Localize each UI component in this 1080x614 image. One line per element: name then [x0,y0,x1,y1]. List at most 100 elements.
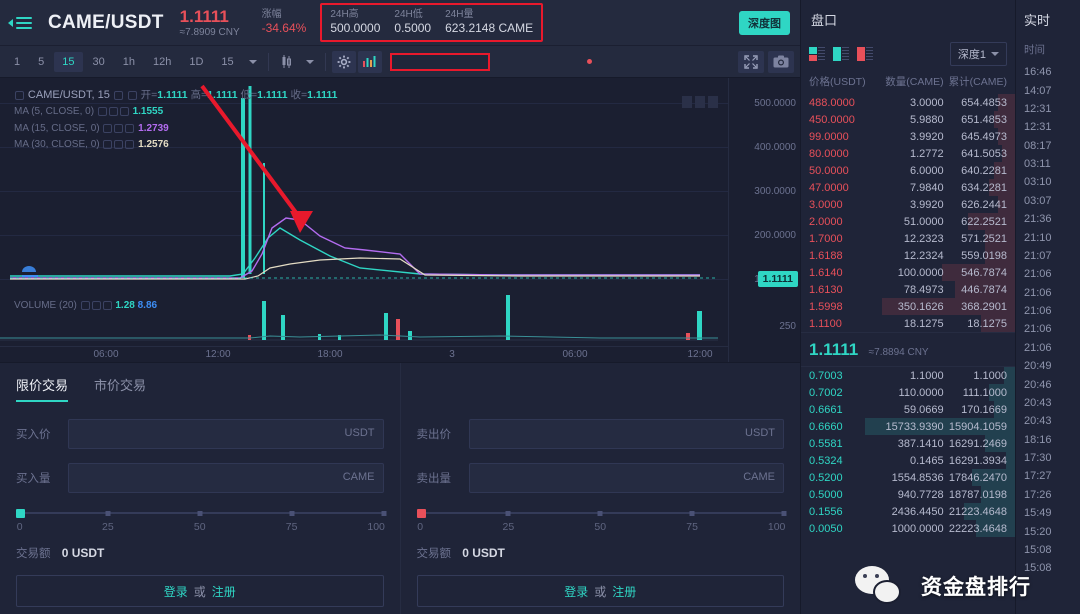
order-book-row[interactable]: 0.7003 1.1000 1.1000 [801,367,1015,384]
trade-time[interactable]: 21:06 [1016,302,1080,320]
trade-time[interactable]: 15:08 [1016,559,1080,577]
trade-time[interactable]: 21:06 [1016,320,1080,338]
trade-time[interactable]: 17:30 [1016,449,1080,467]
tab-limit-order[interactable]: 限价交易 [16,375,69,402]
depth-select[interactable]: 深度1 [949,42,1007,66]
view-asks-icon[interactable] [857,47,873,61]
trade-time[interactable]: 12:31 [1016,100,1080,118]
eye-icon[interactable] [103,140,113,150]
trade-time[interactable]: 21:06 [1016,339,1080,357]
trade-time[interactable]: 20:46 [1016,375,1080,393]
depth-chart-button[interactable]: 深度图 [739,10,790,35]
order-book-row[interactable]: 0.1556 2436.4450 21223.4648 [801,503,1015,520]
timeframe-custom[interactable]: 15 [213,52,241,72]
settings-icon[interactable] [114,123,124,133]
login-link[interactable]: 登录 [564,583,588,600]
sell-price-input[interactable] [468,419,784,449]
indicators-icon[interactable] [357,50,382,73]
login-link[interactable]: 登录 [164,583,188,600]
trade-time[interactable]: 18:16 [1016,431,1080,449]
order-book-row[interactable]: 0.6661 59.0669 170.1669 [801,401,1015,418]
order-book-row[interactable]: 1.1100 18.1275 18.1275 [801,315,1015,332]
timeframe-1d[interactable]: 1D [181,52,211,72]
candlestick-type-icon[interactable] [275,51,299,73]
price-chart[interactable]: CAME/USDT, 15 开=1.1111 高=1.1111 低=1.1111… [0,78,800,362]
order-book-row[interactable]: 0.5324 0.1465 16291.3934 [801,452,1015,469]
order-book-row[interactable]: 1.6140 100.0000 546.7874 [801,264,1015,281]
timeframe-12h[interactable]: 12h [145,52,179,72]
close-icon[interactable] [119,107,129,117]
collapse-icon[interactable] [15,90,24,100]
slider-handle[interactable] [16,508,25,518]
order-book-row[interactable]: 1.5998 350.1626 368.2901 [801,298,1015,315]
trade-time[interactable]: 12:31 [1016,118,1080,136]
settings-icon[interactable] [127,90,137,100]
chevron-down-icon[interactable] [305,59,314,64]
timeframe-5[interactable]: 5 [30,52,52,72]
chart-search-input[interactable] [389,52,490,71]
sell-amount-input[interactable] [468,463,784,493]
order-book-row[interactable]: 0.5581 387.1410 16291.2469 [801,435,1015,452]
trade-time[interactable]: 16:46 [1016,63,1080,81]
trade-time[interactable]: 03:07 [1016,192,1080,210]
chevron-down-icon[interactable] [248,59,257,64]
sell-login-register-button[interactable]: 登录 或 注册 [416,575,784,607]
settings-icon[interactable] [108,107,118,117]
view-bids-icon[interactable] [833,47,849,61]
trade-time[interactable]: 21:36 [1016,210,1080,228]
eye-icon[interactable] [97,107,107,117]
order-book-row[interactable]: 1.7000 12.2323 571.2521 [801,230,1015,247]
gear-icon[interactable] [331,50,356,73]
order-book-row[interactable]: 0.0050 1000.0000 22223.4648 [801,520,1015,537]
trade-time[interactable]: 20:43 [1016,412,1080,430]
order-book-row[interactable]: 0.5200 1554.8536 17846.2470 [801,469,1015,486]
close-icon[interactable] [125,140,135,150]
timeframe-15[interactable]: 15 [54,51,83,72]
trade-time[interactable]: 15:08 [1016,541,1080,559]
order-book-row[interactable]: 450.0000 5.9880 651.4853 [801,111,1015,128]
order-book-row[interactable]: 47.0000 7.9840 634.2281 [801,179,1015,196]
trade-time[interactable]: 03:11 [1016,155,1080,173]
buy-price-input[interactable] [68,419,384,449]
trade-time[interactable]: 08:17 [1016,137,1080,155]
trade-time[interactable]: 21:06 [1016,265,1080,283]
buy-login-register-button[interactable]: 登录 或 注册 [16,575,384,607]
order-book-row[interactable]: 0.6660 15733.9390 15904.1059 [801,418,1015,435]
register-link[interactable]: 注册 [212,583,236,600]
trade-time[interactable]: 15:49 [1016,504,1080,522]
view-both-icon[interactable] [809,47,825,61]
chart-mini-controls[interactable] [682,96,718,108]
order-book-row[interactable]: 0.7002 110.0000 111.1000 [801,384,1015,401]
trade-time[interactable]: 20:49 [1016,357,1080,375]
trade-time[interactable]: 03:10 [1016,173,1080,191]
buy-amount-input[interactable] [68,463,384,493]
timeframe-30[interactable]: 30 [85,52,113,72]
eye-icon[interactable] [113,90,123,100]
order-book-row[interactable]: 50.0000 6.0000 640.2281 [801,162,1015,179]
trade-time[interactable]: 17:26 [1016,486,1080,504]
eye-icon[interactable] [103,123,113,133]
sell-amount-slider[interactable]: 0 25 50 75 100 [416,507,787,535]
trade-time[interactable]: 21:06 [1016,284,1080,302]
close-icon[interactable] [125,123,135,133]
timeframe-1[interactable]: 1 [6,52,28,72]
order-book-row[interactable]: 1.6188 12.2324 559.0198 [801,247,1015,264]
trade-time[interactable]: 15:20 [1016,522,1080,540]
timeframe-1h[interactable]: 1h [115,52,143,72]
order-book-row[interactable]: 99.0000 3.9920 645.4973 [801,128,1015,145]
trade-time[interactable]: 21:10 [1016,228,1080,246]
order-book-row[interactable]: 3.0000 3.9920 626.2441 [801,196,1015,213]
slider-handle[interactable] [416,508,426,518]
fullscreen-icon[interactable] [738,50,764,73]
trade-time[interactable]: 21:07 [1016,247,1080,265]
order-book-row[interactable]: 488.0000 3.0000 654.4853 [801,94,1015,111]
buy-amount-slider[interactable]: 0 25 50 75 100 [16,507,386,535]
order-book-row[interactable]: 80.0000 1.2772 641.5053 [801,145,1015,162]
trade-time[interactable]: 14:07 [1016,81,1080,99]
order-book-row[interactable]: 0.5000 940.7728 18787.0198 [801,486,1015,503]
register-link[interactable]: 注册 [612,583,636,600]
trade-time[interactable]: 20:43 [1016,394,1080,412]
order-book-row[interactable]: 1.6130 78.4973 446.7874 [801,281,1015,298]
order-book-row[interactable]: 2.0000 51.0000 622.2521 [801,213,1015,230]
tab-market-order[interactable]: 市价交易 [94,375,146,402]
